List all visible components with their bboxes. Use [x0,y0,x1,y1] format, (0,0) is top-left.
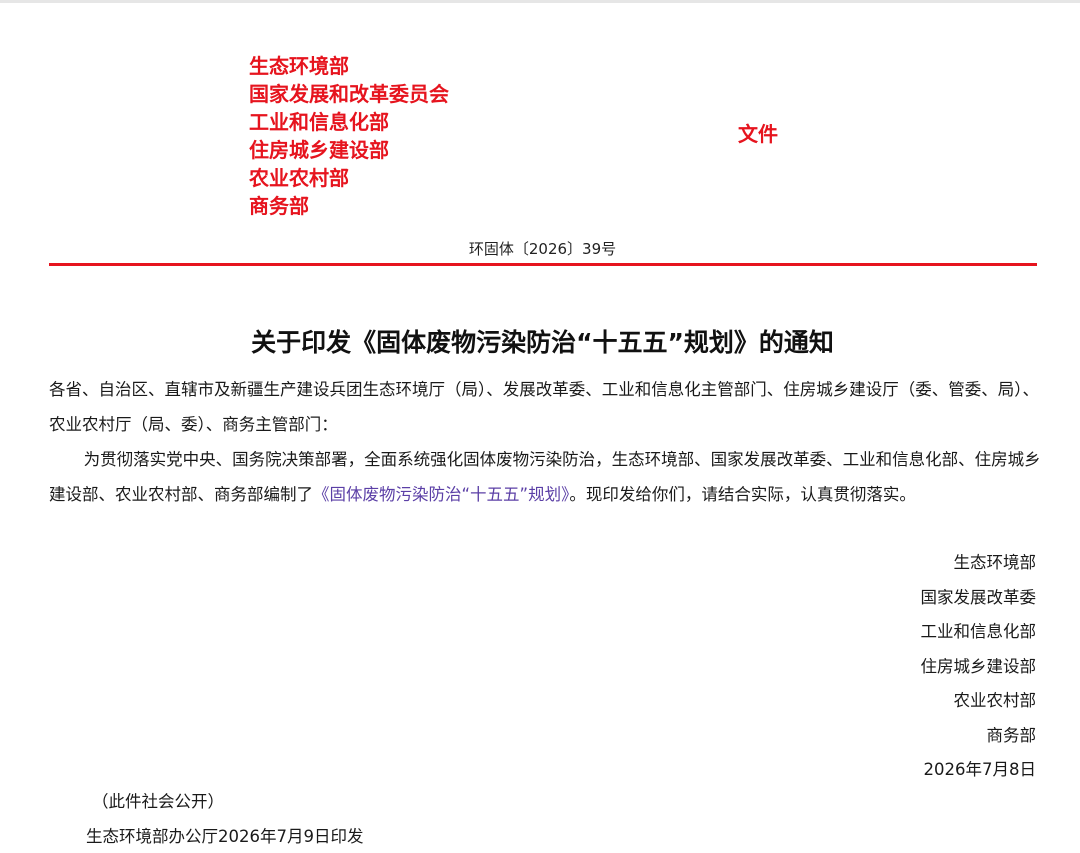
body-paragraph: 为贯彻落实党中央、国务院决策部署，全面系统强化固体废物污染防治，生态环境部、国家… [49,442,1041,512]
signer-item: 住房城乡建设部 [920,656,1037,676]
issuer-item: 农业农村部 [249,166,349,190]
signer-item: 工业和信息化部 [920,622,1037,641]
top-border [0,0,1080,3]
issuer-item: 国家发展和改革委员会 [249,82,449,106]
document-page: 生态环境部 国家发展和改革委员会 工业和信息化部 住房城乡建设部 农业农村部 商… [0,0,1080,853]
paragraph-text: 。现印发给你们，请结合实际，认真贯彻落实。 [569,485,916,504]
public-note: （此件社会公开） [92,792,224,811]
plan-link[interactable]: 《固体废物污染防治“十五五”规划》 [313,485,569,504]
issuer-item: 工业和信息化部 [249,110,389,134]
signer-item: 农业农村部 [953,691,1037,710]
print-line: 生态环境部办公厅2026年7月9日印发 [86,827,364,846]
issuing-agencies: 生态环境部 国家发展和改革委员会 工业和信息化部 住房城乡建设部 农业农村部 商… [249,52,449,220]
document-body: 各省、自治区、直辖市及新疆生产建设兵团生态环境厅（局）、发展改革委、工业和信息化… [49,372,1041,512]
red-divider [49,263,1037,266]
document-title: 关于印发《固体废物污染防治“十五五”规划》的通知 [251,327,834,357]
document-number: 环固体〔2026〕39号 [468,240,617,258]
issuer-item: 生态环境部 [249,54,349,78]
signature-block: 生态环境部 国家发展改革委 工业和信息化部 住房城乡建设部 农业农村部 商务部 … [921,546,1037,788]
signer-item: 商务部 [986,725,1037,745]
issuer-item: 住房城乡建设部 [249,138,389,162]
file-label: 文件 [738,122,778,146]
signer-item: 生态环境部 [953,553,1037,572]
issuer-item: 商务部 [249,194,309,218]
addressee: 各省、自治区、直辖市及新疆生产建设兵团生态环境厅（局）、发展改革委、工业和信息化… [49,380,1039,434]
signer-item: 国家发展改革委 [920,587,1037,607]
signature-date: 2026年7月8日 [923,760,1037,779]
